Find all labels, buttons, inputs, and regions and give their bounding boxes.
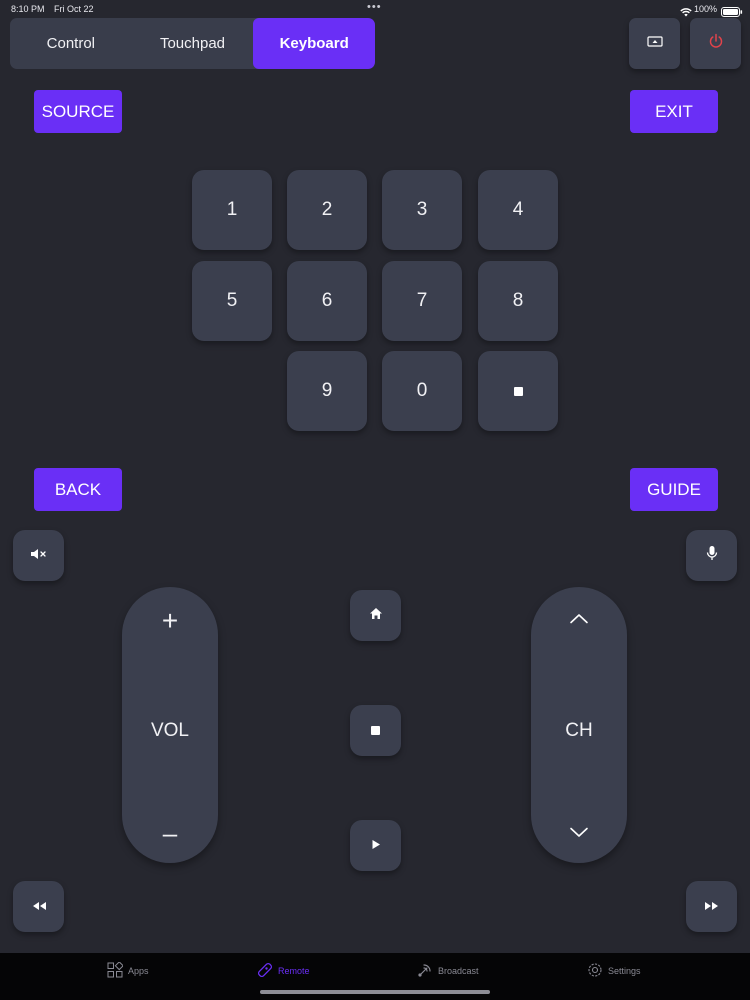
key-stop[interactable]	[478, 351, 558, 431]
mute-button[interactable]	[13, 530, 64, 581]
nav-apps-label: Apps	[128, 966, 149, 976]
chevron-down-icon	[569, 825, 589, 843]
cast-screen-icon	[646, 35, 663, 53]
power-button[interactable]	[690, 18, 741, 69]
nav-remote-label: Remote	[278, 966, 310, 976]
multitask-dots[interactable]: •••	[367, 1, 382, 13]
tab-control[interactable]: Control	[10, 18, 132, 69]
rewind-icon	[31, 898, 47, 916]
tab-keyboard[interactable]: Keyboard	[253, 18, 375, 69]
home-button[interactable]	[350, 590, 401, 641]
nav-broadcast[interactable]: Broadcast	[417, 962, 479, 980]
guide-button[interactable]: GUIDE	[630, 468, 718, 511]
microphone-button[interactable]	[686, 530, 737, 581]
mute-icon	[30, 547, 48, 565]
chevron-up-icon	[569, 611, 589, 629]
play-button[interactable]	[350, 820, 401, 871]
nav-broadcast-label: Broadcast	[438, 966, 479, 976]
status-time: 8:10 PM	[11, 4, 45, 14]
home-icon	[369, 607, 383, 625]
tab-touchpad[interactable]: Touchpad	[132, 18, 254, 69]
battery-percent: 100%	[694, 4, 718, 14]
power-icon	[708, 33, 724, 54]
play-icon	[371, 837, 381, 855]
key-5[interactable]: 5	[192, 261, 272, 341]
mode-segmented-control: Control Touchpad Keyboard	[10, 18, 375, 69]
channel-up-button[interactable]	[531, 600, 627, 640]
key-0[interactable]: 0	[382, 351, 462, 431]
source-button[interactable]: SOURCE	[34, 90, 122, 133]
screen-mirror-button[interactable]	[629, 18, 680, 69]
nav-apps[interactable]: Apps	[107, 961, 149, 980]
microphone-icon	[706, 545, 718, 566]
key-7[interactable]: 7	[382, 261, 462, 341]
fast-forward-icon	[704, 898, 720, 916]
ok-button[interactable]	[350, 705, 401, 756]
key-2[interactable]: 2	[287, 170, 367, 250]
key-4[interactable]: 4	[478, 170, 558, 250]
status-date: Fri Oct 22	[54, 4, 94, 14]
settings-icon	[587, 962, 603, 980]
fast-forward-button[interactable]	[686, 881, 737, 932]
volume-down-button[interactable]: –	[122, 812, 218, 854]
volume-up-button[interactable]: +	[122, 600, 218, 642]
home-indicator[interactable]	[260, 990, 490, 994]
stop-icon	[513, 386, 523, 396]
exit-button[interactable]: EXIT	[630, 90, 718, 133]
nav-settings[interactable]: Settings	[587, 962, 641, 980]
back-button[interactable]: BACK	[34, 468, 122, 511]
broadcast-icon	[417, 962, 433, 980]
volume-label: VOL	[150, 720, 190, 741]
key-3[interactable]: 3	[382, 170, 462, 250]
nav-remote[interactable]: Remote	[257, 962, 310, 980]
key-9[interactable]: 9	[287, 351, 367, 431]
key-6[interactable]: 6	[287, 261, 367, 341]
wifi-icon	[680, 4, 692, 22]
nav-settings-label: Settings	[608, 966, 641, 976]
key-8[interactable]: 8	[478, 261, 558, 341]
channel-down-button[interactable]	[531, 814, 627, 854]
apps-icon	[107, 961, 124, 980]
key-1[interactable]: 1	[192, 170, 272, 250]
rewind-button[interactable]	[13, 881, 64, 932]
remote-icon	[257, 962, 273, 980]
channel-label: CH	[565, 720, 593, 741]
stop-icon	[371, 726, 380, 735]
